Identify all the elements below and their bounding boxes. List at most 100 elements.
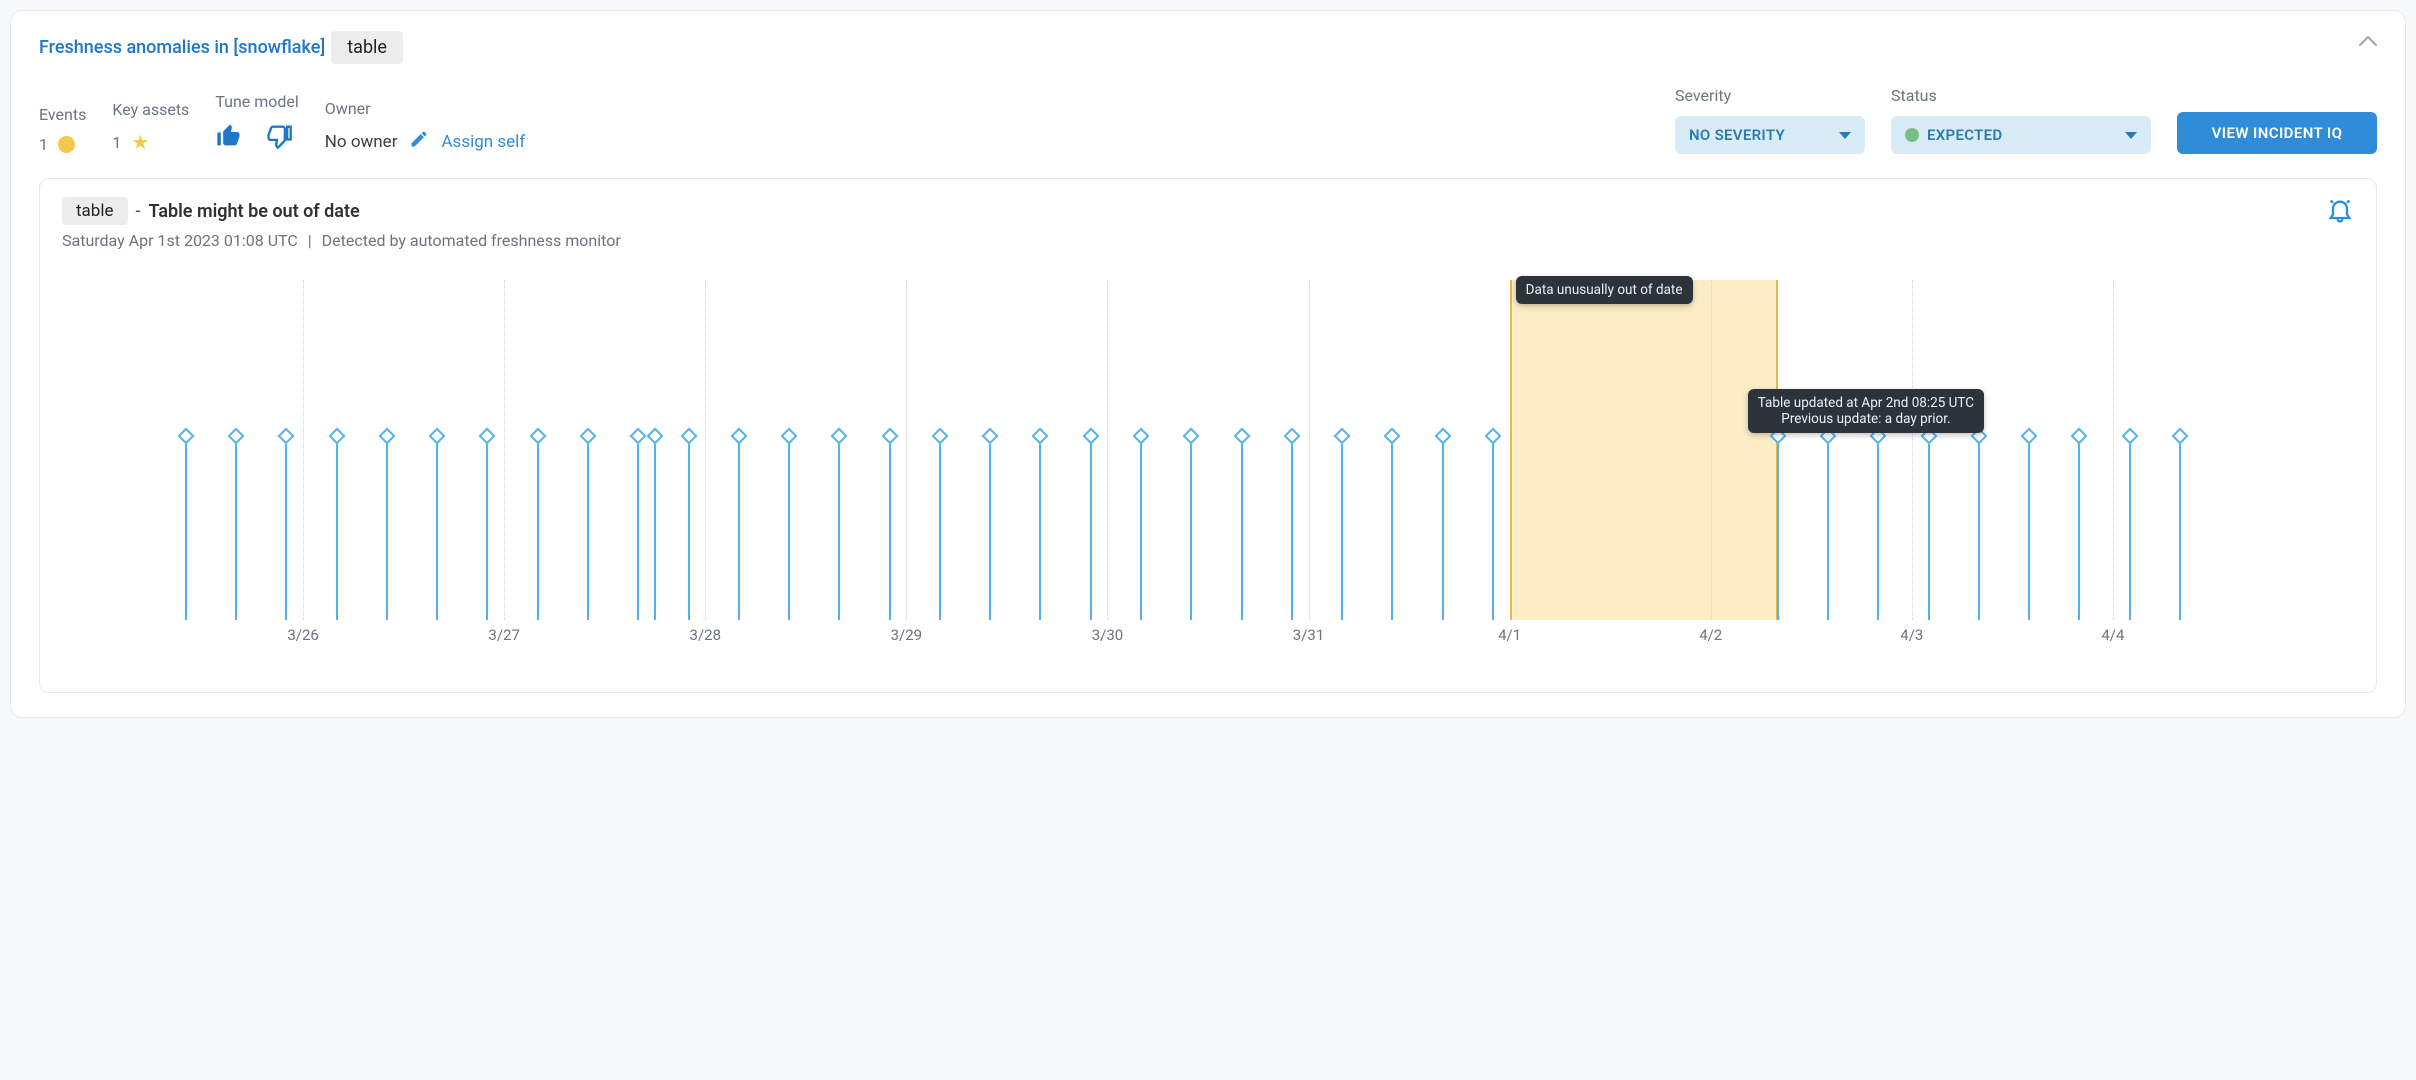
detail-timestamp: Saturday Apr 1st 2023 01:08 UTC xyxy=(62,231,298,250)
severity-select[interactable]: NO SEVERITY xyxy=(1675,116,1865,154)
event-marker[interactable] xyxy=(931,428,948,445)
status-dot-icon xyxy=(1905,128,1919,142)
event-stem xyxy=(1090,436,1092,620)
chart-gridline xyxy=(1309,280,1310,620)
event-stem xyxy=(989,436,991,620)
x-axis-tick: 4/2 xyxy=(1699,626,1722,644)
owner-value: No owner xyxy=(325,132,398,152)
event-marker[interactable] xyxy=(479,428,496,445)
incident-meta-row: Events 1 Key assets 1 ★ Tune model xyxy=(39,82,2377,154)
incident-title-link[interactable]: Freshness anomalies in [snowflake] xyxy=(39,37,325,58)
event-marker[interactable] xyxy=(2071,428,2088,445)
x-axis-tick: 4/1 xyxy=(1498,626,1521,644)
event-marker[interactable] xyxy=(429,428,446,445)
event-stem xyxy=(436,436,438,620)
event-marker[interactable] xyxy=(1183,428,1200,445)
event-marker[interactable] xyxy=(177,428,194,445)
event-marker[interactable] xyxy=(2121,428,2138,445)
event-marker[interactable] xyxy=(982,428,999,445)
view-incident-iq-button[interactable]: VIEW INCIDENT IQ xyxy=(2177,112,2377,154)
event-marker[interactable] xyxy=(328,428,345,445)
event-marker[interactable] xyxy=(1484,428,1501,445)
action-column: VIEW INCIDENT IQ xyxy=(2177,82,2377,154)
anomaly-band xyxy=(1510,280,1778,620)
event-marker[interactable] xyxy=(278,428,295,445)
chevron-down-icon xyxy=(1839,132,1851,139)
key-assets-count: 1 xyxy=(112,133,121,152)
severity-column: Severity NO SEVERITY xyxy=(1675,86,1865,154)
event-stem xyxy=(2078,436,2080,620)
tune-model-column: Tune model xyxy=(215,92,298,154)
event-stem xyxy=(235,436,237,620)
event-stem xyxy=(285,436,287,620)
incident-card: Freshness anomalies in [snowflake] table… xyxy=(10,10,2406,718)
event-marker[interactable] xyxy=(2171,428,2188,445)
status-select[interactable]: EXPECTED xyxy=(1891,116,2151,154)
event-stem xyxy=(1391,436,1393,620)
event-stem xyxy=(537,436,539,620)
event-stem xyxy=(939,436,941,620)
event-stem xyxy=(1039,436,1041,620)
event-marker[interactable] xyxy=(1334,428,1351,445)
update-tooltip: Table updated at Apr 2nd 08:25 UTCPrevio… xyxy=(1748,389,1984,433)
event-stem xyxy=(1190,436,1192,620)
bell-icon[interactable] xyxy=(2326,197,2354,229)
event-stem xyxy=(1827,436,1829,620)
event-marker[interactable] xyxy=(1283,428,1300,445)
events-value: 1 xyxy=(39,135,86,154)
key-assets-column: Key assets 1 ★ xyxy=(112,100,189,154)
events-count: 1 xyxy=(39,135,48,154)
event-marker[interactable] xyxy=(378,428,395,445)
event-marker[interactable] xyxy=(881,428,898,445)
detail-detector: Detected by automated freshness monitor xyxy=(322,231,621,250)
incident-detail-panel: table - Table might be out of date Satur… xyxy=(39,178,2377,693)
x-axis-tick: 3/29 xyxy=(891,626,922,644)
event-stem xyxy=(1140,436,1142,620)
event-marker[interactable] xyxy=(647,428,664,445)
chart-gridline xyxy=(303,280,304,620)
x-axis-tick: 3/28 xyxy=(690,626,721,644)
event-marker[interactable] xyxy=(1434,428,1451,445)
event-marker[interactable] xyxy=(680,428,697,445)
severity-value: NO SEVERITY xyxy=(1689,126,1785,144)
event-marker[interactable] xyxy=(1032,428,1049,445)
x-axis-tick: 4/3 xyxy=(1900,626,1923,644)
thumbs-down-button[interactable] xyxy=(265,122,293,154)
event-marker[interactable] xyxy=(730,428,747,445)
collapse-toggle[interactable] xyxy=(2359,31,2377,52)
event-marker[interactable] xyxy=(2021,428,2038,445)
status-label: Status xyxy=(1891,86,2151,108)
event-stem xyxy=(1978,436,1980,620)
assign-self-button[interactable]: Assign self xyxy=(441,132,525,152)
key-assets-value: 1 ★ xyxy=(112,130,189,154)
incident-title[interactable]: Freshness anomalies in [snowflake] table xyxy=(39,31,403,64)
event-stem xyxy=(1877,436,1879,620)
event-dot-icon xyxy=(58,136,75,153)
x-axis-tick: 4/4 xyxy=(2101,626,2124,644)
event-marker[interactable] xyxy=(1082,428,1099,445)
event-marker[interactable] xyxy=(529,428,546,445)
event-marker[interactable] xyxy=(781,428,798,445)
event-stem xyxy=(838,436,840,620)
star-icon: ★ xyxy=(131,130,149,154)
event-marker[interactable] xyxy=(579,428,596,445)
event-marker[interactable] xyxy=(831,428,848,445)
event-marker[interactable] xyxy=(630,428,647,445)
event-marker[interactable] xyxy=(1384,428,1401,445)
event-marker[interactable] xyxy=(1233,428,1250,445)
detail-meta: Saturday Apr 1st 2023 01:08 UTC | Detect… xyxy=(62,231,621,250)
thumbs-up-button[interactable] xyxy=(215,122,243,154)
anomaly-tooltip: Data unusually out of date xyxy=(1516,276,1693,304)
x-axis-tick: 3/31 xyxy=(1293,626,1324,644)
status-column: Status EXPECTED xyxy=(1891,86,2151,154)
detail-title: table - Table might be out of date xyxy=(62,197,621,225)
event-stem xyxy=(386,436,388,620)
events-label: Events xyxy=(39,105,86,127)
chart-gridline xyxy=(1107,280,1108,620)
event-stem xyxy=(1928,436,1930,620)
tune-model-controls xyxy=(215,122,298,154)
event-marker[interactable] xyxy=(228,428,245,445)
event-marker[interactable] xyxy=(1132,428,1149,445)
edit-owner-button[interactable] xyxy=(409,129,429,154)
event-stem xyxy=(688,436,690,620)
